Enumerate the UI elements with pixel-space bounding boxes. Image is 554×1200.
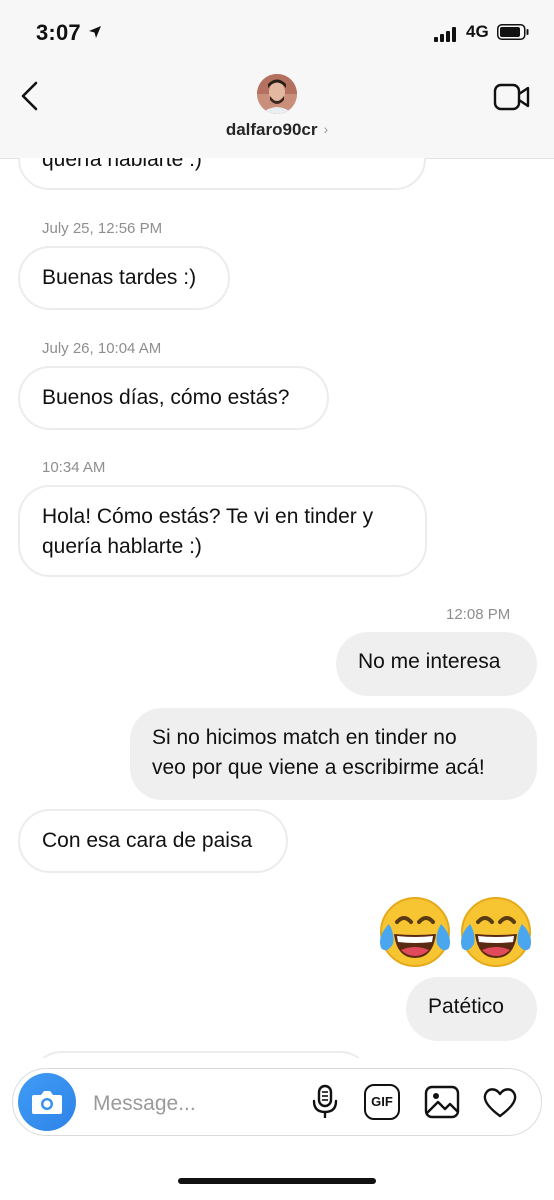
gif-button[interactable]: GIF xyxy=(364,1084,400,1120)
message-text: Buenas tardes :) xyxy=(42,266,197,289)
avatar[interactable] xyxy=(257,74,297,114)
message-sent[interactable]: Patético xyxy=(406,977,537,1041)
battery-icon xyxy=(497,24,529,40)
status-time: 3:07 xyxy=(36,20,81,45)
signal-bars-icon xyxy=(434,26,460,42)
message-input[interactable] xyxy=(93,1089,303,1119)
video-call-icon[interactable] xyxy=(493,82,531,112)
back-icon[interactable] xyxy=(18,80,42,112)
status-bar: 3:07 4G xyxy=(0,0,554,64)
chevron-right-icon: › xyxy=(323,121,329,137)
camera-button[interactable] xyxy=(18,1073,76,1131)
message-sent[interactable]: Si no hicimos match en tinder no veo por… xyxy=(130,708,537,800)
message-text: quería hablarte :) xyxy=(42,158,202,171)
message-text-line: veo por que viene a escribirme acá! xyxy=(152,756,485,779)
message-text: No me interesa xyxy=(358,650,501,673)
chat-header: dalfaro90cr › xyxy=(0,64,554,159)
message-received-partial[interactable] xyxy=(30,1051,372,1058)
message-received[interactable]: quería hablarte :) xyxy=(18,158,426,190)
tears-of-joy-emoji-icon[interactable] xyxy=(375,892,455,972)
username[interactable]: dalfaro90cr xyxy=(226,120,318,139)
message-thread[interactable]: quería hablarte :) July 25, 12:56 PM Bue… xyxy=(0,158,554,1058)
message-received[interactable]: Buenas tardes :) xyxy=(18,246,230,310)
message-text-line: Hola! Cómo estás? Te vi en tinder y xyxy=(42,505,374,528)
message-timestamp: July 25, 12:56 PM xyxy=(42,220,163,237)
network-type: 4G xyxy=(466,22,489,41)
message-timestamp: 10:34 AM xyxy=(42,459,106,476)
message-text: Con esa cara de paisa xyxy=(42,829,253,852)
username-row[interactable]: dalfaro90cr › xyxy=(0,120,554,140)
home-indicator xyxy=(178,1178,376,1184)
message-text: Buenos días, cómo estás? xyxy=(42,386,290,409)
message-received[interactable]: Hola! Cómo estás? Te vi en tinder y quer… xyxy=(18,485,427,577)
message-sent[interactable]: No me interesa xyxy=(336,632,537,696)
tears-of-joy-emoji-icon[interactable] xyxy=(456,892,536,972)
camera-icon xyxy=(32,1091,62,1114)
image-icon[interactable] xyxy=(423,1083,461,1121)
location-arrow-icon xyxy=(89,26,101,38)
message-text-line: quería hablarte :) xyxy=(42,535,202,558)
gif-icon: GIF xyxy=(371,1094,393,1109)
message-composer: GIF xyxy=(12,1068,542,1136)
message-received[interactable]: Con esa cara de paisa xyxy=(18,809,288,873)
microphone-icon[interactable] xyxy=(306,1083,344,1121)
message-received[interactable]: Buenos días, cómo estás? xyxy=(18,366,329,430)
message-text: Patético xyxy=(428,995,504,1018)
message-timestamp: July 26, 10:04 AM xyxy=(42,340,162,357)
message-timestamp: 12:08 PM xyxy=(446,606,511,623)
heart-icon[interactable] xyxy=(481,1083,519,1121)
message-text-line: Si no hicimos match en tinder no xyxy=(152,726,457,749)
profile-photo-icon xyxy=(257,74,297,114)
